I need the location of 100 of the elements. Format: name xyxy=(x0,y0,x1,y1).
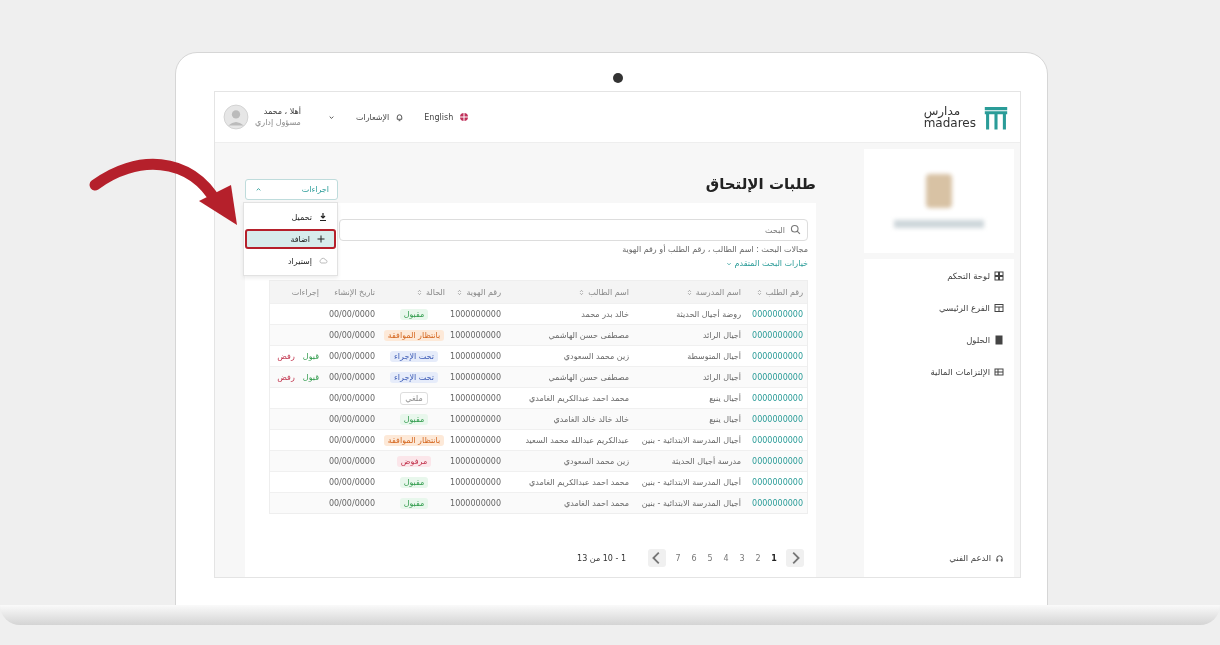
table-cell-text: زين محمد السعودي xyxy=(562,351,630,361)
table-cell-text: أجيال المتوسطة xyxy=(686,351,742,361)
menu-item[interactable]: تحميل xyxy=(245,207,336,227)
status-tag: بانتظار الموافقة xyxy=(383,434,445,446)
table-cell-text: أجيال الرائد xyxy=(701,330,742,340)
chevron-right-icon[interactable] xyxy=(786,549,804,567)
bell-icon xyxy=(395,112,405,122)
notifications-link[interactable]: الإشعارات xyxy=(355,112,390,122)
table-cell-text: 1000000000 xyxy=(449,330,502,340)
chevron-left-icon[interactable] xyxy=(648,549,666,567)
table-icon xyxy=(994,303,1004,313)
page-number[interactable]: 6 xyxy=(690,553,698,563)
search-field[interactable]: البحث xyxy=(339,219,808,241)
reject-link[interactable]: رفض xyxy=(277,372,295,382)
chevron-up-icon xyxy=(254,185,263,194)
user-name: أهلا ، محمد xyxy=(262,107,301,116)
table-cell-text: عبدالكريم عبدالله محمد السعيد xyxy=(524,435,630,445)
sort-icon[interactable] xyxy=(578,288,586,296)
logo-latin-text: madares xyxy=(923,117,976,129)
sidebar-item[interactable]: الحلول xyxy=(874,335,1004,345)
search-icon xyxy=(790,224,801,235)
status-tag: تحت الإجراء xyxy=(390,350,438,362)
sort-icon[interactable] xyxy=(685,288,693,296)
sort-icon[interactable] xyxy=(456,288,464,296)
table-cell-text: 1000000000 xyxy=(449,477,502,487)
language-link[interactable]: English xyxy=(424,112,454,122)
photo-placeholder xyxy=(926,174,952,208)
table-cell-text: 1000000000 xyxy=(449,456,502,466)
camera-icon xyxy=(612,73,623,83)
request-number-link[interactable]: 0000000000 xyxy=(745,330,807,340)
page-range-text: 1 - 10 من 13 xyxy=(577,553,626,563)
menu-item[interactable]: اضافة xyxy=(245,229,336,249)
request-number-link[interactable]: 0000000000 xyxy=(745,372,807,382)
search-hint: مجالات البحث : اسم الطالب ، رقم الطلب أو رقم الهوية xyxy=(621,245,808,254)
table-cell-text: محمد احمد الغامدي xyxy=(562,498,630,508)
logo-arabic-text: مدارس xyxy=(923,105,961,117)
table-cell-text: مصطفى حسن الهاشمي xyxy=(547,372,630,382)
page-number[interactable]: 5 xyxy=(706,553,714,563)
page-number[interactable]: 3 xyxy=(738,553,746,563)
table-cell-text: روضة أجيال الحديثة xyxy=(675,309,742,319)
page-title: طلبات الإلتحاق xyxy=(705,175,816,193)
sidebar-item[interactable]: الإلتزامات المالية xyxy=(874,367,1004,377)
table-cell-text: 00/00/0000 xyxy=(327,456,376,466)
status-tag: مقبول xyxy=(399,476,429,488)
table-cell-text: مدرسة أجيال الحديثة xyxy=(670,456,742,466)
menu-item[interactable]: إستيراد xyxy=(245,251,336,271)
sidebar-item[interactable]: الفرع الرئيسي xyxy=(874,303,1004,313)
status-tag: بانتظار الموافقة xyxy=(383,329,445,341)
request-number-link[interactable]: 0000000000 xyxy=(745,435,807,445)
plus-icon xyxy=(316,234,326,244)
request-number-link[interactable]: 0000000000 xyxy=(745,498,807,508)
card-icon xyxy=(994,367,1004,377)
advanced-search-link[interactable]: خيارات البحث المتقدم xyxy=(734,259,808,268)
sidebar-item[interactable]: لوحة التحكم xyxy=(874,271,1004,281)
request-number-link[interactable]: 0000000000 xyxy=(745,477,807,487)
status-tag: مرفوض xyxy=(396,455,432,467)
table-cell-text: 1000000000 xyxy=(449,372,502,382)
request-number-link[interactable]: 0000000000 xyxy=(745,393,807,403)
cloud-icon xyxy=(318,256,328,266)
column-header: إجراءات xyxy=(291,287,319,297)
table-cell-text: 00/00/0000 xyxy=(327,477,376,487)
column-header: رقم الهوية xyxy=(466,287,501,297)
request-number-link[interactable]: 0000000000 xyxy=(745,414,807,424)
headset-icon xyxy=(995,553,1004,563)
table-cell-text: محمد احمد عبدالكريم الغامدي xyxy=(527,393,630,403)
reject-link[interactable]: رفض xyxy=(277,351,295,361)
accept-link[interactable]: قبول xyxy=(302,372,319,382)
sort-icon[interactable] xyxy=(416,288,423,296)
page-number[interactable]: 4 xyxy=(722,553,730,563)
accept-link[interactable]: قبول xyxy=(302,351,319,361)
column-header: تاريخ الإنشاء xyxy=(334,287,375,297)
support-link[interactable]: الدعم الفني xyxy=(874,553,1004,563)
table-cell-text: 1000000000 xyxy=(449,414,502,424)
table-cell-text: محمد احمد عبدالكريم الغامدي xyxy=(527,477,630,487)
status-tag: مقبول xyxy=(399,413,429,425)
table-cell-text: أجيال ينبع xyxy=(708,414,742,424)
request-number-link[interactable]: 0000000000 xyxy=(745,309,807,319)
page-number[interactable]: 7 xyxy=(674,553,682,563)
table-cell-text: مصطفى حسن الهاشمي xyxy=(547,330,630,340)
page-number[interactable]: 1 xyxy=(770,553,778,563)
table-cell-text: 00/00/0000 xyxy=(327,435,376,445)
table-cell-text: أجيال الرائد xyxy=(701,372,742,382)
actions-dropdown[interactable]: اجراءات xyxy=(245,179,338,200)
status-tag: تحت الإجراء xyxy=(390,371,438,383)
table-cell-text: 00/00/0000 xyxy=(327,330,376,340)
request-number-link[interactable]: 0000000000 xyxy=(745,456,807,466)
table-cell-text: 00/00/0000 xyxy=(327,309,376,319)
table-cell-text: 1000000000 xyxy=(449,351,502,361)
sort-icon[interactable] xyxy=(755,288,763,296)
table-cell-text: 1000000000 xyxy=(449,435,502,445)
table-cell-text: 1000000000 xyxy=(449,393,502,403)
table-cell-text: 00/00/0000 xyxy=(327,351,376,361)
request-number-link[interactable]: 0000000000 xyxy=(745,351,807,361)
download-icon xyxy=(318,212,328,222)
table-cell-text: خالد خالد خالد الغامدي xyxy=(552,414,630,424)
table-cell-text: أجيال المدرسة الابتدائية - بنين xyxy=(640,498,742,508)
table-cell-text: أجيال المدرسة الابتدائية - بنين xyxy=(640,477,742,487)
table-cell-text: 00/00/0000 xyxy=(327,414,376,424)
avatar-icon[interactable] xyxy=(223,104,249,130)
page-number[interactable]: 2 xyxy=(754,553,762,563)
